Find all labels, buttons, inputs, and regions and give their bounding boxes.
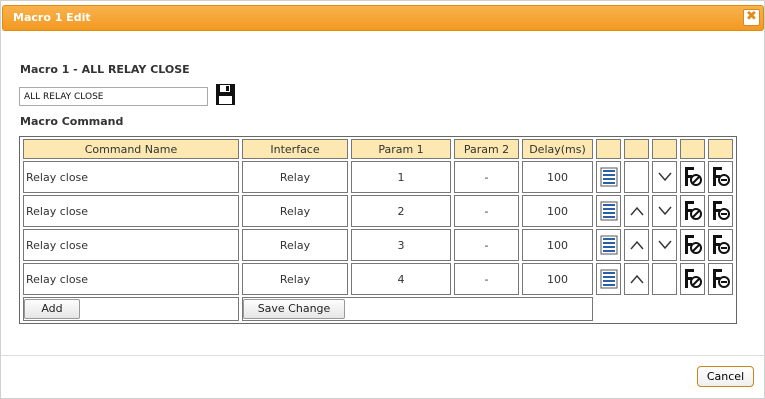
column-header-down (652, 139, 677, 159)
column-header-delay: Delay(ms) (522, 139, 593, 159)
table-row[interactable]: Relay close Relay 1-100 (23, 161, 733, 193)
param1-cell[interactable]: 1 (351, 161, 451, 193)
table-row[interactable]: Relay close Relay 3-100 (23, 229, 733, 261)
add-cell: Add (23, 297, 239, 321)
chevron-up-icon[interactable] (625, 273, 648, 285)
table-row[interactable]: Relay close Relay 4-100 (23, 263, 733, 295)
column-header-remove (708, 139, 733, 159)
remove-cell (708, 195, 733, 227)
list-cell (596, 263, 621, 295)
chevron-up-cell (624, 195, 649, 227)
chevron-down-cell (652, 161, 677, 193)
column-header-param1: Param 1 (351, 139, 451, 159)
list-icon[interactable] (597, 269, 620, 289)
remove-cell (708, 161, 733, 193)
command-name-cell[interactable]: Relay close (23, 263, 239, 295)
delay-cell[interactable]: 100 (522, 263, 593, 295)
list-icon[interactable] (597, 235, 620, 255)
param1-cell[interactable]: 4 (351, 263, 451, 295)
param2-cell[interactable]: - (454, 161, 519, 193)
chevron-down-icon[interactable] (653, 239, 676, 251)
param1-cell[interactable]: 3 (351, 229, 451, 261)
column-header-up (624, 139, 649, 159)
chevron-up-icon[interactable] (625, 205, 648, 217)
macro-heading: Macro 1 - ALL RELAY CLOSE (20, 63, 190, 76)
edit-cell (680, 161, 705, 193)
table-header-row: Command Name Interface Param 1 Param 2 D… (23, 139, 733, 159)
interface-cell[interactable]: Relay (242, 161, 348, 193)
chevron-down-cell (652, 229, 677, 261)
window-title: Macro 1 Edit (13, 11, 91, 24)
edit-icon[interactable] (681, 234, 704, 256)
chevron-up-cell (624, 229, 649, 261)
cancel-button[interactable]: Cancel (697, 366, 754, 387)
spacer-cell (596, 297, 733, 321)
list-cell (596, 161, 621, 193)
interface-cell[interactable]: Relay (242, 229, 348, 261)
interface-cell[interactable]: Relay (242, 195, 348, 227)
edit-icon[interactable] (681, 268, 704, 290)
column-header-command-name: Command Name (23, 139, 239, 159)
save-change-cell: Save Change (242, 297, 593, 321)
column-header-interface: Interface (242, 139, 348, 159)
chevron-up-cell (624, 263, 649, 295)
table-row[interactable]: Relay close Relay 2-100 (23, 195, 733, 227)
column-header-edit (680, 139, 705, 159)
footer-divider (1, 355, 765, 356)
chevron-down-cell (652, 263, 677, 295)
delay-cell[interactable]: 100 (522, 195, 593, 227)
edit-cell (680, 263, 705, 295)
macro-edit-dialog: Macro 1 Edit ✖ Macro 1 - ALL RELAY CLOSE… (0, 0, 765, 399)
list-icon[interactable] (597, 167, 620, 187)
remove-icon[interactable] (709, 166, 732, 188)
add-button[interactable]: Add (24, 299, 80, 319)
column-header-list (596, 139, 621, 159)
macro-command-table: Command Name Interface Param 1 Param 2 D… (19, 136, 737, 324)
command-name-cell[interactable]: Relay close (23, 161, 239, 193)
close-button[interactable]: ✖ (743, 9, 760, 26)
button-row: Add Save Change (23, 297, 733, 321)
remove-icon[interactable] (709, 200, 732, 222)
remove-cell (708, 263, 733, 295)
title-bar[interactable]: Macro 1 Edit ✖ (2, 5, 764, 31)
param2-cell[interactable]: - (454, 263, 519, 295)
remove-icon[interactable] (709, 234, 732, 256)
edit-cell (680, 229, 705, 261)
column-header-param2: Param 2 (454, 139, 519, 159)
edit-cell (680, 195, 705, 227)
floppy-disk-icon[interactable] (216, 84, 235, 105)
command-name-cell[interactable]: Relay close (23, 195, 239, 227)
delay-cell[interactable]: 100 (522, 161, 593, 193)
chevron-down-icon[interactable] (653, 171, 676, 183)
chevron-down-cell (652, 195, 677, 227)
interface-cell[interactable]: Relay (242, 263, 348, 295)
macro-name-input[interactable] (19, 87, 208, 106)
param2-cell[interactable]: - (454, 229, 519, 261)
delay-cell[interactable]: 100 (522, 229, 593, 261)
list-cell (596, 195, 621, 227)
param2-cell[interactable]: - (454, 195, 519, 227)
edit-icon[interactable] (681, 166, 704, 188)
chevron-up-cell (624, 161, 649, 193)
chevron-up-icon[interactable] (625, 239, 648, 251)
edit-icon[interactable] (681, 200, 704, 222)
section-label: Macro Command (20, 115, 124, 128)
remove-cell (708, 229, 733, 261)
list-cell (596, 229, 621, 261)
command-name-cell[interactable]: Relay close (23, 229, 239, 261)
list-icon[interactable] (597, 201, 620, 221)
param1-cell[interactable]: 2 (351, 195, 451, 227)
remove-icon[interactable] (709, 268, 732, 290)
chevron-down-icon[interactable] (653, 205, 676, 217)
save-change-button[interactable]: Save Change (243, 299, 345, 319)
